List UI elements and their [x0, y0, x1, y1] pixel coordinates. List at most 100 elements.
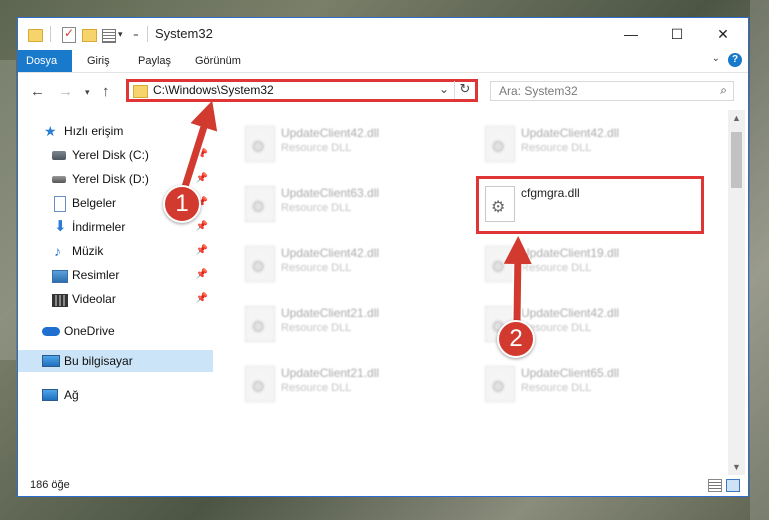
tab-file[interactable]: Dosya: [18, 50, 72, 72]
file-item[interactable]: UpdateClient21.dll Resource DLL: [233, 358, 463, 408]
file-item[interactable]: UpdateClient21.dll Resource DLL: [233, 298, 463, 348]
properties-icon[interactable]: [102, 29, 116, 43]
sidebar-item-label: OneDrive: [64, 324, 115, 338]
file-name: UpdateClient21.dll: [281, 306, 380, 320]
search-input[interactable]: [497, 83, 701, 99]
sidebar-item-label: Bu bilgisayar: [64, 354, 133, 368]
sidebar-item-music[interactable]: ♪ Müzik 📌: [18, 240, 213, 262]
pin-icon[interactable]: 📌: [196, 221, 208, 232]
file-type: Resource DLL: [281, 202, 352, 214]
navigation-bar: ← → ▾ ↑ C:\Windows\System32 ⌄ ↻ ⌕: [18, 73, 748, 109]
file-item[interactable]: UpdateClient42.dll Resource DLL: [473, 118, 703, 168]
window-title: System32: [155, 26, 213, 41]
file-type: Resource DLL: [281, 142, 352, 154]
file-type: Resource DLL: [281, 262, 352, 274]
sidebar-item-label: Ağ: [64, 388, 79, 402]
file-name: UpdateClient42.dll: [521, 126, 620, 140]
sidebar-item-videos[interactable]: Videolar 📌: [18, 288, 213, 310]
search-icon[interactable]: ⌕: [720, 83, 727, 98]
dll-file-icon: [245, 366, 275, 402]
sidebar-item-label: İndirmeler: [72, 220, 126, 234]
recent-locations-icon[interactable]: ▾: [85, 87, 90, 98]
navigation-pane: ★ Hızlı erişim Yerel Disk (C:) 📌 Yerel D…: [18, 110, 213, 466]
minimize-button[interactable]: —: [608, 22, 654, 46]
sidebar-item-local-disk-c[interactable]: Yerel Disk (C:) 📌: [18, 144, 213, 166]
item-count: 186 öğe: [30, 479, 70, 491]
search-box[interactable]: ⌕: [490, 81, 734, 101]
tab-view[interactable]: Görünüm: [185, 50, 251, 72]
customize-toolbar-icon[interactable]: ₌: [133, 27, 139, 40]
pin-icon[interactable]: 📌: [196, 173, 208, 184]
network-icon: [42, 389, 58, 401]
drive-icon: [52, 176, 66, 183]
tab-share[interactable]: Paylaş: [128, 50, 181, 72]
expand-ribbon-icon[interactable]: ⌄: [712, 53, 720, 64]
download-icon: ⬇: [54, 218, 67, 235]
forward-arrow-icon[interactable]: →: [58, 83, 73, 100]
address-bar[interactable]: C:\Windows\System32 ⌄ ↻: [126, 79, 478, 102]
star-icon: ★: [44, 123, 57, 139]
document-icon: [54, 196, 66, 212]
sidebar-item-label: Yerel Disk (D:): [72, 172, 149, 186]
step-marker-1: 1: [163, 185, 201, 223]
drive-icon: [52, 151, 66, 160]
file-item[interactable]: UpdateClient42.dll Resource DLL: [233, 118, 463, 168]
highlight-box: [476, 176, 704, 234]
refresh-icon[interactable]: ↻: [454, 81, 475, 99]
details-view-icon[interactable]: [708, 479, 722, 492]
sidebar-item-label: Müzik: [72, 244, 104, 258]
pictures-icon: [52, 270, 68, 283]
sidebar-item-network[interactable]: Ağ: [18, 384, 213, 406]
file-item[interactable]: UpdateClient19.dll Resource DLL: [473, 238, 703, 288]
folder-icon: [133, 85, 148, 98]
pin-icon[interactable]: 📌: [196, 269, 208, 280]
sidebar-item-label: Videolar: [72, 292, 116, 306]
file-item[interactable]: UpdateClient65.dll Resource DLL: [473, 358, 703, 408]
up-arrow-icon[interactable]: ↑: [102, 83, 110, 100]
file-type: Resource DLL: [521, 142, 592, 154]
dll-file-icon: [485, 246, 515, 282]
close-button[interactable]: ✕: [700, 22, 746, 46]
pin-icon[interactable]: 📌: [196, 293, 208, 304]
videos-icon: [52, 294, 68, 307]
vertical-scrollbar[interactable]: ▲ ▼: [728, 110, 745, 475]
folder-icon: [28, 29, 43, 42]
file-list: UpdateClient42.dll Resource DLL UpdateCl…: [223, 110, 728, 466]
step-marker-2: 2: [497, 320, 535, 358]
large-icons-view-icon[interactable]: [726, 479, 740, 492]
onedrive-icon: [42, 327, 60, 336]
computer-icon: [42, 355, 60, 367]
sidebar-item-label: Resimler: [72, 268, 120, 282]
address-path[interactable]: C:\Windows\System32: [153, 83, 274, 97]
file-type: Resource DLL: [281, 322, 352, 334]
sidebar-item-pictures[interactable]: Resimler 📌: [18, 264, 213, 286]
sidebar-item-quick-access[interactable]: ★ Hızlı erişim: [18, 120, 213, 142]
scroll-thumb[interactable]: [731, 132, 742, 188]
background-tree: [0, 60, 16, 360]
pin-icon[interactable]: 📌: [196, 245, 208, 256]
dll-file-icon: [245, 186, 275, 222]
explorer-window: ▾ ₌ System32 — ☐ ✕ Dosya Giriş Paylaş Gö…: [17, 17, 749, 497]
tab-home[interactable]: Giriş: [77, 50, 120, 72]
status-bar: 186 öğe: [18, 476, 748, 496]
file-type: Resource DLL: [281, 382, 352, 394]
maximize-button[interactable]: ☐: [654, 22, 700, 46]
new-folder-icon[interactable]: [82, 29, 97, 42]
sidebar-item-onedrive[interactable]: OneDrive: [18, 320, 213, 342]
pin-icon[interactable]: 📌: [196, 149, 208, 160]
back-arrow-icon[interactable]: ←: [30, 83, 45, 100]
sidebar-item-this-pc[interactable]: Bu bilgisayar: [18, 350, 213, 372]
dll-file-icon: [245, 246, 275, 282]
background-tree: [750, 0, 769, 520]
scroll-down-icon[interactable]: ▼: [732, 462, 741, 472]
sidebar-item-label: Yerel Disk (C:): [72, 148, 149, 162]
properties-check-icon[interactable]: [62, 26, 76, 43]
file-item[interactable]: UpdateClient63.dll Resource DLL: [233, 178, 463, 228]
scroll-up-icon[interactable]: ▲: [732, 113, 741, 123]
address-dropdown-icon[interactable]: ⌄: [439, 82, 449, 96]
file-item[interactable]: UpdateClient42.dll Resource DLL: [233, 238, 463, 288]
help-icon[interactable]: ?: [728, 53, 742, 67]
chevron-down-icon[interactable]: ▾: [118, 29, 123, 40]
dll-file-icon: [485, 126, 515, 162]
file-name: UpdateClient42.dll: [281, 246, 380, 260]
